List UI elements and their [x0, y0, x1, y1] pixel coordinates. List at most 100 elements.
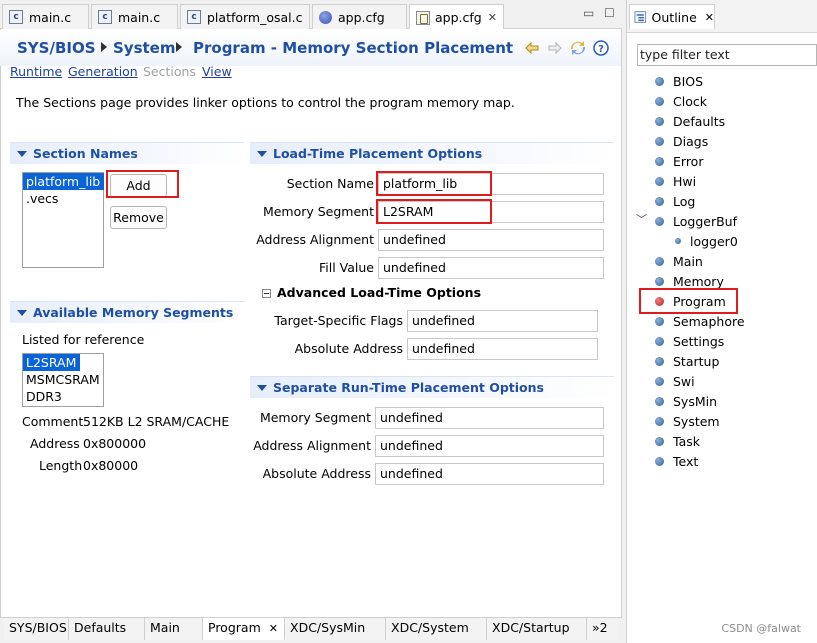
outline-item-semaphore[interactable]: Semaphore — [655, 312, 745, 330]
outline-item-diags[interactable]: Diags — [655, 132, 708, 150]
outline-item-settings[interactable]: Settings — [655, 332, 724, 350]
list-item[interactable]: .vecs — [23, 190, 103, 207]
outline-item-log[interactable]: Log — [655, 192, 695, 210]
close-icon[interactable]: ✕ — [488, 11, 497, 24]
collapse-icon[interactable] — [262, 289, 271, 298]
outline-item-defaults[interactable]: Defaults — [655, 112, 725, 130]
rt-address-alignment-label: Address Alignment — [253, 438, 371, 453]
tab-label: Program — [208, 620, 261, 635]
link-runtime[interactable]: Runtime — [10, 64, 62, 79]
outline-item-sysmin[interactable]: SysMin — [655, 392, 717, 410]
outline-item-clock[interactable]: Clock — [655, 92, 707, 110]
memory-segments-list[interactable]: L2SRAM MSMCSRAM DDR3 — [22, 353, 104, 407]
list-item[interactable]: DDR3 — [23, 388, 103, 405]
tab-program[interactable]: Program ✕ — [203, 618, 285, 640]
breadcrumb-arrow-icon — [176, 42, 182, 52]
node-icon — [655, 356, 664, 366]
editor-tab-main-c-2[interactable]: c main.c — [91, 4, 178, 29]
cfg-globe-icon — [319, 10, 332, 24]
fill-value-field[interactable]: undefined — [378, 257, 604, 279]
outline-item-hwi[interactable]: Hwi — [655, 172, 696, 190]
page-description: The Sections page provides linker option… — [16, 95, 515, 110]
outline-item-loggerbuf[interactable]: LoggerBuf — [655, 212, 737, 230]
tab-xdc-startup[interactable]: XDC/Startup — [487, 618, 587, 640]
node-icon — [655, 316, 664, 326]
outline-filter-input[interactable]: type filter text — [637, 44, 817, 66]
breadcrumb-sysbios[interactable]: SYS/BIOS — [17, 39, 96, 57]
section-name-field[interactable]: platform_lib — [378, 173, 604, 195]
more-tabs-chevron[interactable]: »2 — [587, 618, 617, 640]
tab-xdc-system[interactable]: XDC/System — [386, 618, 487, 640]
outline-item-program[interactable]: Program — [655, 292, 726, 310]
remove-button[interactable]: Remove — [110, 206, 167, 229]
outline-item-swi[interactable]: Swi — [655, 372, 695, 390]
item-label: Settings — [673, 333, 725, 349]
link-view[interactable]: View — [202, 64, 232, 79]
tab-defaults[interactable]: Defaults — [69, 618, 145, 640]
outline-item-text[interactable]: Text — [655, 452, 698, 470]
outline-item-error[interactable]: Error — [655, 152, 703, 170]
item-label: Defaults — [673, 113, 726, 129]
forward-arrow-icon[interactable] — [547, 40, 563, 56]
outline-item-system[interactable]: System — [655, 412, 720, 430]
section-names-list[interactable]: platform_lib .vecs — [22, 172, 105, 268]
outline-item-logger0[interactable]: logger0 — [675, 232, 738, 250]
section-names-header[interactable]: Section Names — [10, 142, 244, 164]
sync-icon[interactable] — [570, 40, 586, 56]
node-icon — [655, 296, 664, 306]
runtime-options-header[interactable]: Separate Run-Time Placement Options — [250, 376, 614, 398]
list-item[interactable]: L2SRAM — [23, 354, 81, 371]
minimize-icon[interactable]: ▭ — [583, 6, 594, 20]
close-icon[interactable]: ✕ — [269, 622, 278, 635]
form-title-bar: SYS/BIOS System Program - Memory Section… — [0, 30, 621, 66]
expand-twisty-icon — [17, 150, 27, 157]
tab-xdc-sysmin[interactable]: XDC/SysMin — [285, 618, 386, 640]
node-icon — [655, 256, 664, 266]
breadcrumb-system[interactable]: System — [113, 39, 175, 57]
load-time-header[interactable]: Load-Time Placement Options — [250, 142, 614, 164]
editor-tab-main-c-1[interactable]: c main.c — [2, 4, 89, 29]
chevron-down-icon[interactable]: ﹀ — [636, 211, 647, 227]
node-icon — [655, 336, 664, 346]
editor-tab-platform-osal[interactable]: c platform_osal.c — [180, 4, 310, 29]
section-name-label: Section Name — [286, 176, 374, 191]
target-flags-field[interactable]: undefined — [407, 310, 598, 332]
maximize-icon[interactable]: ☐ — [604, 6, 615, 20]
rt-address-alignment-field[interactable]: undefined — [375, 435, 604, 457]
node-icon — [655, 436, 664, 446]
item-label: Swi — [673, 373, 695, 389]
c-file-icon: c — [9, 10, 23, 24]
rt-absolute-address-field[interactable]: undefined — [375, 463, 604, 485]
absolute-address-field[interactable]: undefined — [407, 338, 598, 360]
memory-caption: Listed for reference — [22, 332, 145, 347]
back-arrow-icon[interactable] — [524, 40, 540, 56]
item-label: SysMin — [673, 393, 718, 409]
editor-tab-app-cfg-1[interactable]: app.cfg — [312, 4, 407, 29]
outline-icon — [634, 11, 647, 23]
list-item[interactable]: platform_lib — [23, 173, 105, 190]
memory-segments-header[interactable]: Available Memory Segments — [10, 301, 244, 323]
fill-value-label: Fill Value — [319, 260, 374, 275]
editor-tab-app-cfg-active[interactable]: app.cfg ✕ — [409, 4, 504, 30]
tab-sysbios[interactable]: SYS/BIOS — [4, 618, 69, 640]
node-icon — [655, 76, 664, 86]
outline-item-memory[interactable]: Memory — [655, 272, 724, 290]
advanced-title[interactable]: Advanced Load-Time Options — [277, 285, 481, 300]
outline-item-main[interactable]: Main — [655, 252, 703, 270]
node-icon — [655, 136, 664, 146]
outline-item-task[interactable]: Task — [655, 432, 700, 450]
node-icon — [655, 456, 664, 466]
list-item[interactable]: MSMCSRAM — [23, 371, 103, 388]
address-alignment-field[interactable]: undefined — [378, 229, 604, 251]
add-button[interactable]: Add — [110, 174, 167, 197]
help-icon[interactable]: ? — [593, 40, 609, 56]
rt-memory-segment-field[interactable]: undefined — [375, 407, 604, 429]
link-generation[interactable]: Generation — [68, 64, 138, 79]
close-icon[interactable]: ✕ — [705, 11, 714, 24]
outline-item-bios[interactable]: BIOS — [655, 72, 703, 90]
memory-segment-field[interactable]: L2SRAM — [378, 201, 604, 223]
outline-item-startup[interactable]: Startup — [655, 352, 719, 370]
tab-main[interactable]: Main — [145, 618, 203, 640]
outline-tab[interactable]: Outline ✕ — [629, 4, 715, 29]
node-icon — [655, 276, 664, 286]
